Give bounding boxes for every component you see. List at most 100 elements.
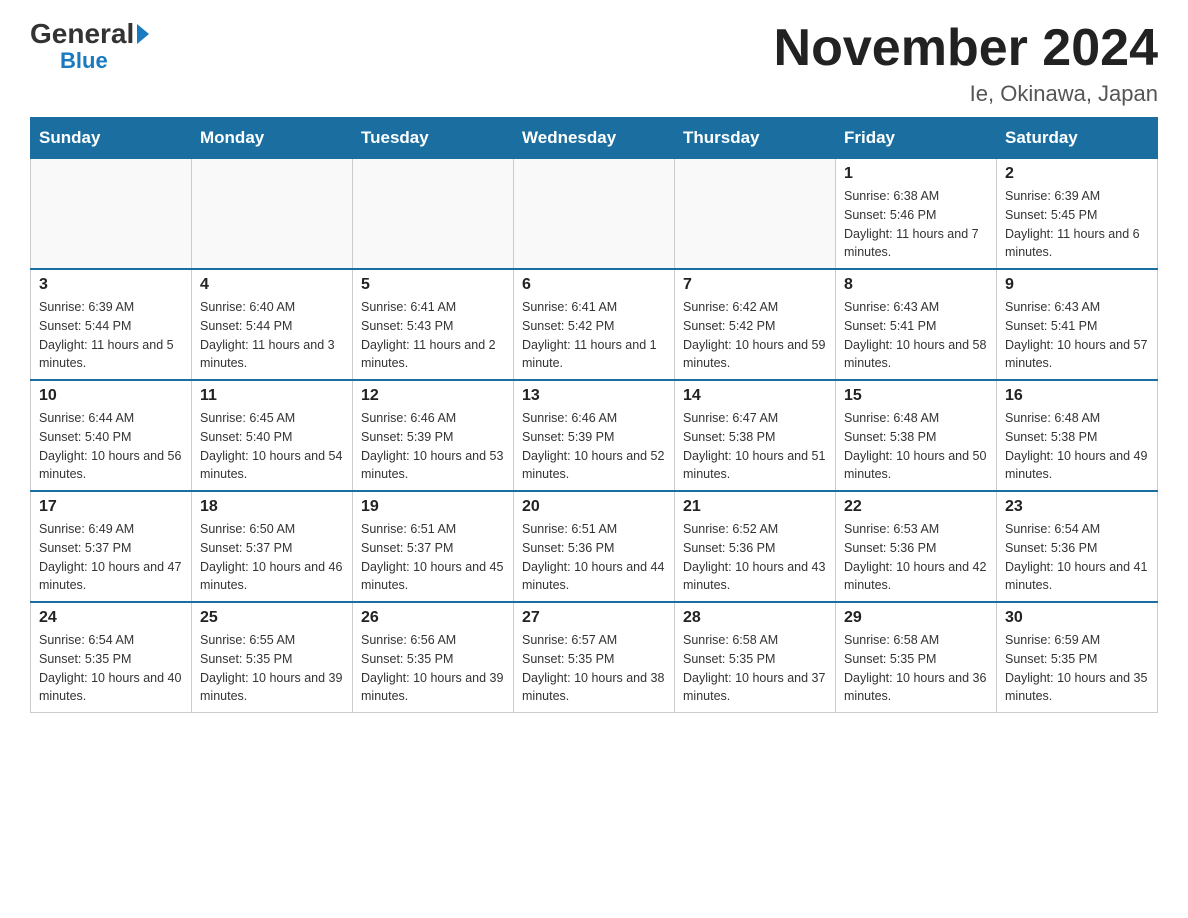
calendar-cell [31, 159, 192, 270]
day-info: Sunrise: 6:48 AM Sunset: 5:38 PM Dayligh… [844, 409, 988, 484]
day-info: Sunrise: 6:41 AM Sunset: 5:42 PM Dayligh… [522, 298, 666, 373]
day-info: Sunrise: 6:41 AM Sunset: 5:43 PM Dayligh… [361, 298, 505, 373]
day-info: Sunrise: 6:49 AM Sunset: 5:37 PM Dayligh… [39, 520, 183, 595]
day-number: 23 [1005, 498, 1149, 516]
calendar-cell [675, 159, 836, 270]
calendar-cell: 1 Sunrise: 6:38 AM Sunset: 5:46 PM Daylig… [836, 159, 997, 270]
calendar-cell: 23 Sunrise: 6:54 AM Sunset: 5:36 PM Dayli… [997, 491, 1158, 602]
day-info: Sunrise: 6:46 AM Sunset: 5:39 PM Dayligh… [522, 409, 666, 484]
calendar-cell: 3Sunrise: 6:39 AM Sunset: 5:44 PM Daylig… [31, 269, 192, 380]
calendar-week-4: 17Sunrise: 6:49 AM Sunset: 5:37 PM Dayli… [31, 491, 1158, 602]
day-info: Sunrise: 6:43 AM Sunset: 5:41 PM Dayligh… [1005, 298, 1149, 373]
day-info: Sunrise: 6:40 AM Sunset: 5:44 PM Dayligh… [200, 298, 344, 373]
day-number: 22 [844, 498, 988, 516]
day-number: 30 [1005, 609, 1149, 627]
calendar-cell: 19 Sunrise: 6:51 AM Sunset: 5:37 PM Dayli… [353, 491, 514, 602]
day-info: Sunrise: 6:54 AM Sunset: 5:35 PM Dayligh… [39, 631, 183, 706]
calendar-cell [192, 159, 353, 270]
calendar-cell: 5 Sunrise: 6:41 AM Sunset: 5:43 PM Daylig… [353, 269, 514, 380]
day-number: 5 [361, 276, 505, 294]
calendar-cell [353, 159, 514, 270]
calendar-cell: 22 Sunrise: 6:53 AM Sunset: 5:36 PM Dayli… [836, 491, 997, 602]
calendar-cell: 16Sunrise: 6:48 AM Sunset: 5:38 PM Dayli… [997, 380, 1158, 491]
day-info: Sunrise: 6:47 AM Sunset: 5:38 PM Dayligh… [683, 409, 827, 484]
logo: General Blue [30, 20, 149, 74]
calendar-cell: 24 Sunrise: 6:54 AM Sunset: 5:35 PM Dayli… [31, 602, 192, 713]
day-number: 28 [683, 609, 827, 627]
day-number: 1 [844, 165, 988, 183]
day-number: 9 [1005, 276, 1149, 294]
day-number: 10 [39, 387, 183, 405]
calendar-cell: 13Sunrise: 6:46 AM Sunset: 5:39 PM Dayli… [514, 380, 675, 491]
day-number: 8 [844, 276, 988, 294]
day-number: 18 [200, 498, 344, 516]
day-number: 29 [844, 609, 988, 627]
calendar-cell: 14 Sunrise: 6:47 AM Sunset: 5:38 PM Dayli… [675, 380, 836, 491]
calendar-cell: 27 Sunrise: 6:57 AM Sunset: 5:35 PM Dayli… [514, 602, 675, 713]
day-info: Sunrise: 6:44 AM Sunset: 5:40 PM Dayligh… [39, 409, 183, 484]
calendar-cell: 6 Sunrise: 6:41 AM Sunset: 5:42 PM Daylig… [514, 269, 675, 380]
day-info: Sunrise: 6:46 AM Sunset: 5:39 PM Dayligh… [361, 409, 505, 484]
logo-blue-text: Blue [60, 48, 108, 73]
day-info: Sunrise: 6:43 AM Sunset: 5:41 PM Dayligh… [844, 298, 988, 373]
logo-bottom-line: Blue [30, 48, 108, 74]
day-number: 12 [361, 387, 505, 405]
day-info: Sunrise: 6:51 AM Sunset: 5:37 PM Dayligh… [361, 520, 505, 595]
day-number: 24 [39, 609, 183, 627]
day-number: 15 [844, 387, 988, 405]
calendar-cell: 9 Sunrise: 6:43 AM Sunset: 5:41 PM Daylig… [997, 269, 1158, 380]
calendar-cell: 12 Sunrise: 6:46 AM Sunset: 5:39 PM Dayli… [353, 380, 514, 491]
day-number: 20 [522, 498, 666, 516]
day-info: Sunrise: 6:38 AM Sunset: 5:46 PM Dayligh… [844, 187, 988, 262]
calendar-cell: 20 Sunrise: 6:51 AM Sunset: 5:36 PM Dayli… [514, 491, 675, 602]
day-number: 21 [683, 498, 827, 516]
calendar-cell: 30Sunrise: 6:59 AM Sunset: 5:35 PM Dayli… [997, 602, 1158, 713]
day-number: 25 [200, 609, 344, 627]
location-text: Ie, Okinawa, Japan [774, 81, 1158, 107]
logo-top-line: General [30, 20, 149, 48]
day-info: Sunrise: 6:53 AM Sunset: 5:36 PM Dayligh… [844, 520, 988, 595]
day-info: Sunrise: 6:56 AM Sunset: 5:35 PM Dayligh… [361, 631, 505, 706]
weekday-header-wednesday: Wednesday [514, 118, 675, 159]
day-info: Sunrise: 6:51 AM Sunset: 5:36 PM Dayligh… [522, 520, 666, 595]
calendar-cell: 4 Sunrise: 6:40 AM Sunset: 5:44 PM Daylig… [192, 269, 353, 380]
day-info: Sunrise: 6:39 AM Sunset: 5:45 PM Dayligh… [1005, 187, 1149, 262]
calendar-week-3: 10 Sunrise: 6:44 AM Sunset: 5:40 PM Dayli… [31, 380, 1158, 491]
calendar-cell: 18 Sunrise: 6:50 AM Sunset: 5:37 PM Dayli… [192, 491, 353, 602]
day-info: Sunrise: 6:45 AM Sunset: 5:40 PM Dayligh… [200, 409, 344, 484]
day-number: 16 [1005, 387, 1149, 405]
calendar-cell: 28Sunrise: 6:58 AM Sunset: 5:35 PM Dayli… [675, 602, 836, 713]
day-number: 27 [522, 609, 666, 627]
calendar-cell: 29 Sunrise: 6:58 AM Sunset: 5:35 PM Dayli… [836, 602, 997, 713]
calendar-cell: 10 Sunrise: 6:44 AM Sunset: 5:40 PM Dayli… [31, 380, 192, 491]
calendar-cell [514, 159, 675, 270]
calendar-cell: 15 Sunrise: 6:48 AM Sunset: 5:38 PM Dayli… [836, 380, 997, 491]
day-info: Sunrise: 6:57 AM Sunset: 5:35 PM Dayligh… [522, 631, 666, 706]
day-number: 26 [361, 609, 505, 627]
calendar-week-1: 1 Sunrise: 6:38 AM Sunset: 5:46 PM Daylig… [31, 159, 1158, 270]
day-number: 19 [361, 498, 505, 516]
day-number: 14 [683, 387, 827, 405]
day-info: Sunrise: 6:58 AM Sunset: 5:35 PM Dayligh… [844, 631, 988, 706]
logo-arrow-icon [137, 24, 149, 44]
calendar-week-2: 3Sunrise: 6:39 AM Sunset: 5:44 PM Daylig… [31, 269, 1158, 380]
weekday-header-friday: Friday [836, 118, 997, 159]
logo-general-text: General [30, 18, 149, 49]
calendar-cell: 21 Sunrise: 6:52 AM Sunset: 5:36 PM Dayli… [675, 491, 836, 602]
day-info: Sunrise: 6:42 AM Sunset: 5:42 PM Dayligh… [683, 298, 827, 373]
day-number: 11 [200, 387, 344, 405]
calendar-cell: 7 Sunrise: 6:42 AM Sunset: 5:42 PM Daylig… [675, 269, 836, 380]
day-number: 7 [683, 276, 827, 294]
day-info: Sunrise: 6:55 AM Sunset: 5:35 PM Dayligh… [200, 631, 344, 706]
calendar-week-5: 24 Sunrise: 6:54 AM Sunset: 5:35 PM Dayli… [31, 602, 1158, 713]
day-info: Sunrise: 6:54 AM Sunset: 5:36 PM Dayligh… [1005, 520, 1149, 595]
calendar-cell: 8 Sunrise: 6:43 AM Sunset: 5:41 PM Daylig… [836, 269, 997, 380]
weekday-header-sunday: Sunday [31, 118, 192, 159]
day-number: 6 [522, 276, 666, 294]
month-title: November 2024 [774, 20, 1158, 77]
weekday-header-saturday: Saturday [997, 118, 1158, 159]
day-info: Sunrise: 6:52 AM Sunset: 5:36 PM Dayligh… [683, 520, 827, 595]
day-info: Sunrise: 6:50 AM Sunset: 5:37 PM Dayligh… [200, 520, 344, 595]
day-number: 4 [200, 276, 344, 294]
weekday-header-thursday: Thursday [675, 118, 836, 159]
